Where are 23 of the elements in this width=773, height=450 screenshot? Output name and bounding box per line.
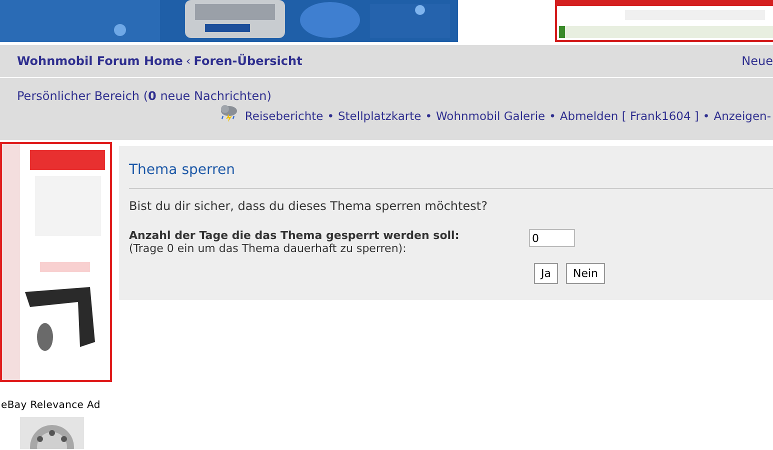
confirmation-question: Bist du dir sicher, dass du dieses Thema sperren möchtest? [129,199,488,213]
breadcrumb-link[interactable]: Foren-Übersicht [194,54,302,68]
dialog-title: Thema sperren [129,146,773,189]
link-separator: • [327,109,334,123]
days-input[interactable]: 0 [529,229,575,247]
link-separator: • [702,109,710,123]
nav-link[interactable]: Anzeigen- [714,109,771,123]
breadcrumb-separator: ‹ [186,54,191,68]
link-separator: • [549,109,556,123]
nav-link[interactable]: Stellplatzkarte [338,109,422,123]
ad-label: eBay Relevance Ad [1,400,102,411]
link-separator: • [425,109,432,123]
dialog-button[interactable]: Ja [534,263,558,284]
dialog-button[interactable]: Nein [566,263,606,284]
breadcrumb-link[interactable]: Wohnmobil Forum Home [17,54,183,68]
nav-link[interactable]: Reiseberichte [244,109,324,123]
nav-link[interactable]: Wohnmobil Galerie [436,109,546,123]
nav-link[interactable]: Neue [742,54,773,68]
field-hint: (Trage 0 ein um das Thema dauerhaft zu sperren): [129,242,408,255]
personal-area-link[interactable]: Persönlicher Bereich (0 neue Nachrichten) [17,89,272,103]
nav-link[interactable]: Abmelden [ Frank1604 ] [560,109,699,123]
field-label: Anzahl der Tage die das Thema gesperrt werden soll: [129,229,460,242]
storm-cloud-icon [218,104,239,122]
